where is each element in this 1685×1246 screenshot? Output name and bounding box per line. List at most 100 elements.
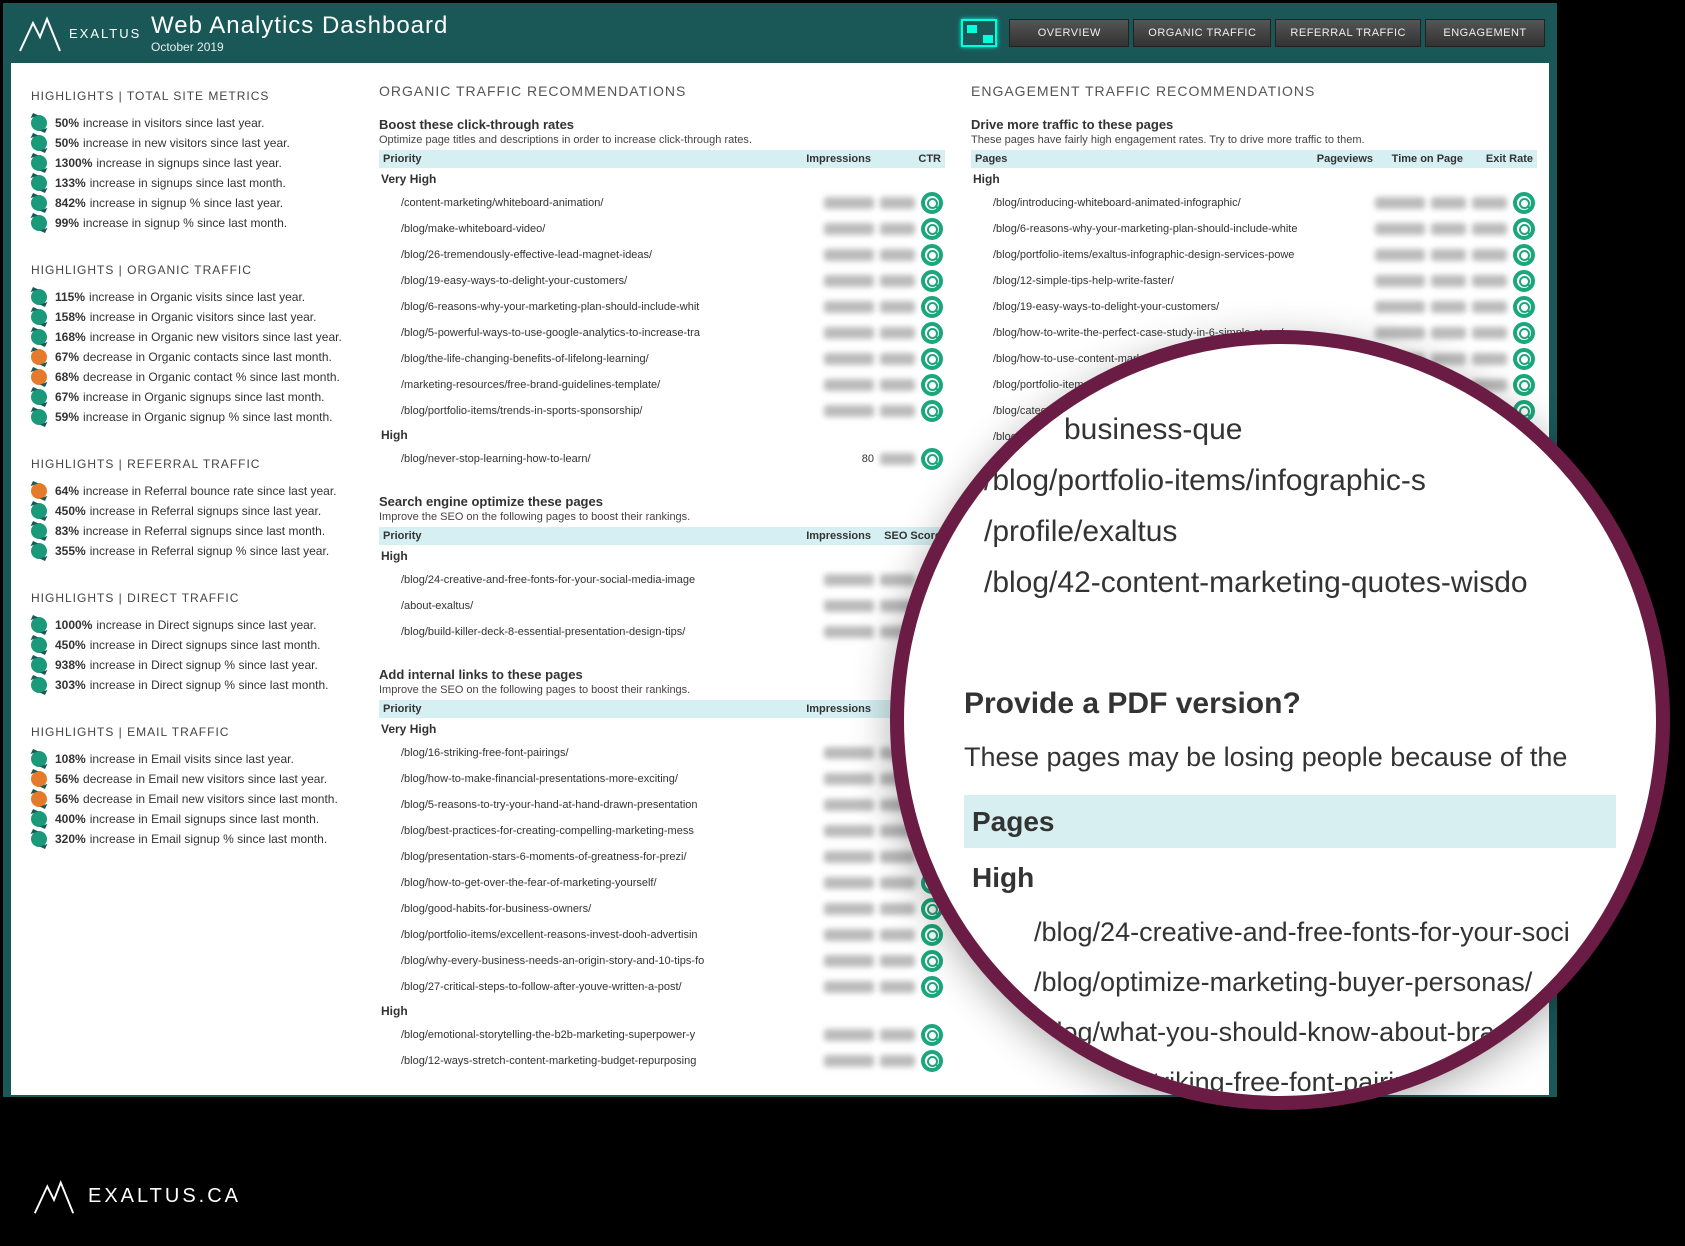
table-row[interactable]: /blog/introducing-whiteboard-animated-in…	[971, 190, 1537, 216]
table-row[interactable]: /blog/best-practices-for-creating-compel…	[379, 818, 945, 844]
magnify-icon[interactable]	[921, 448, 943, 470]
highlight-text: decrease in Organic contact % since last…	[83, 370, 340, 384]
table-row[interactable]: /blog/emotional-storytelling-the-b2b-mar…	[379, 1022, 945, 1048]
page-path: /blog/why-every-business-needs-an-origin…	[401, 955, 818, 967]
blurred-metric	[1472, 275, 1507, 287]
magnify-icon[interactable]	[1513, 244, 1535, 266]
table-row[interactable]: /blog/make-whiteboard-video/	[379, 216, 945, 242]
magnify-icon[interactable]	[921, 1024, 943, 1046]
highlight-line: 115%increase in Organic visits since las…	[31, 287, 353, 307]
highlight-text: increase in new visitors since last year…	[83, 136, 290, 150]
table-row[interactable]: /blog/19-easy-ways-to-delight-your-custo…	[379, 268, 945, 294]
table-row[interactable]: /blog/12-ways-stretch-content-marketing-…	[379, 1048, 945, 1074]
exaltus-logo-icon	[15, 13, 65, 53]
magnify-icon[interactable]	[921, 192, 943, 214]
nav-referral[interactable]: REFERRAL TRAFFIC	[1275, 19, 1421, 47]
table-col-head: SEO Score	[871, 530, 941, 542]
magnify-icon[interactable]	[921, 322, 943, 344]
table-row[interactable]: /blog/portfolio-items/trends-in-sports-s…	[379, 398, 945, 424]
table-row[interactable]: /blog/how-to-get-over-the-fear-of-market…	[379, 870, 945, 896]
table-row[interactable]: /blog/6-reasons-why-your-marketing-plan-…	[379, 294, 945, 320]
zoom-block-desc: These pages may be losing people because…	[964, 735, 1616, 781]
table-row[interactable]: /blog/good-habits-for-business-owners/	[379, 896, 945, 922]
table-row[interactable]: /blog/portfolio-items/excellent-reasons-…	[379, 922, 945, 948]
magnify-icon[interactable]	[921, 296, 943, 318]
magnify-icon[interactable]	[921, 976, 943, 998]
blurred-metric	[880, 197, 915, 209]
magnify-icon[interactable]	[1513, 348, 1535, 370]
dashboard-icon[interactable]	[961, 19, 997, 47]
magnify-icon[interactable]	[1513, 192, 1535, 214]
blurred-metric	[824, 327, 874, 339]
table-row[interactable]: /blog/presentation-stars-6-moments-of-gr…	[379, 844, 945, 870]
nav-organic[interactable]: ORGANIC TRAFFIC	[1133, 19, 1271, 47]
highlight-text: decrease in Organic contacts since last …	[83, 350, 332, 364]
highlight-line: 168%increase in Organic new visitors sin…	[31, 327, 353, 347]
blurred-metric	[880, 301, 915, 313]
blurred-metric	[824, 955, 874, 967]
table-col-head: Priority	[383, 530, 791, 542]
blurred-metric	[880, 275, 915, 287]
highlight-line: 842%increase in signup % since last year…	[31, 193, 353, 213]
page-path: /blog/the-life-changing-benefits-of-life…	[401, 353, 818, 365]
blurred-metric	[1375, 249, 1425, 261]
table-row[interactable]: /marketing-resources/free-brand-guidelin…	[379, 372, 945, 398]
blurred-metric	[880, 327, 915, 339]
magnify-icon[interactable]	[1513, 296, 1535, 318]
table-row[interactable]: /about-exaltus/	[379, 593, 945, 619]
magnify-icon[interactable]	[921, 374, 943, 396]
blurred-metric	[1375, 275, 1425, 287]
highlight-value: 168%	[55, 330, 86, 344]
table-row[interactable]: /blog/build-killer-deck-8-essential-pres…	[379, 619, 945, 645]
table-row[interactable]: /blog/5-reasons-to-try-your-hand-at-hand…	[379, 792, 945, 818]
nav-overview[interactable]: OVERVIEW	[1009, 19, 1129, 47]
magnify-icon[interactable]	[921, 348, 943, 370]
table-col-head: Priority	[383, 703, 791, 715]
magnify-icon[interactable]	[921, 924, 943, 946]
magnify-icon[interactable]	[921, 950, 943, 972]
table-row[interactable]: /blog/26-tremendously-effective-lead-mag…	[379, 242, 945, 268]
highlight-text: increase in Organic signups since last m…	[83, 390, 324, 404]
table-row[interactable]: /blog/portfolio-items/exaltus-infographi…	[971, 242, 1537, 268]
table-row[interactable]: /blog/24-creative-and-free-fonts-for-you…	[379, 567, 945, 593]
table-row[interactable]: /blog/6-reasons-why-your-marketing-plan-…	[971, 216, 1537, 242]
highlight-text: increase in signups since last month.	[90, 176, 286, 190]
magnify-icon[interactable]	[1513, 218, 1535, 240]
magnify-icon[interactable]	[921, 218, 943, 240]
page-path: /blog/never-stop-learning-how-to-learn/	[401, 453, 818, 465]
page-path: /blog/portfolio-items/excellent-reasons-…	[401, 929, 818, 941]
table-row[interactable]: /blog/12-simple-tips-help-write-faster/	[971, 268, 1537, 294]
table-row[interactable]: /blog/how-to-make-financial-presentation…	[379, 766, 945, 792]
magnify-icon[interactable]	[1513, 322, 1535, 344]
nav-engagement[interactable]: ENGAGEMENT	[1425, 19, 1545, 47]
magnify-icon[interactable]	[921, 270, 943, 292]
blurred-metric	[1431, 275, 1466, 287]
magnify-icon[interactable]	[921, 400, 943, 422]
magnify-icon[interactable]	[921, 1050, 943, 1072]
zoom-block-title: Provide a PDF version?	[964, 678, 1616, 729]
highlight-text: decrease in Email new visitors since las…	[83, 792, 338, 806]
table-row[interactable]: /content-marketing/whiteboard-animation/	[379, 190, 945, 216]
magnify-icon[interactable]	[1513, 374, 1535, 396]
blurred-metric	[880, 574, 915, 586]
priority-group: Very High	[379, 718, 945, 740]
table-row[interactable]: /blog/16-striking-free-font-pairings/	[379, 740, 945, 766]
magnify-icon[interactable]	[1513, 270, 1535, 292]
magnify-icon[interactable]	[921, 244, 943, 266]
highlight-value: 320%	[55, 832, 86, 846]
highlight-text: increase in Referral signup % since last…	[90, 544, 329, 558]
highlights-column: HIGHLIGHTS | TOTAL SITE METRICS50%increa…	[23, 83, 353, 1075]
page-path: /blog/best-practices-for-creating-compel…	[401, 825, 818, 837]
highlight-value: 938%	[55, 658, 86, 672]
blurred-metric	[880, 223, 915, 235]
table-col-head: Time on Page	[1373, 153, 1463, 165]
blurred-metric	[880, 1029, 915, 1041]
table-row[interactable]: /blog/the-life-changing-benefits-of-life…	[379, 346, 945, 372]
blurred-metric	[1375, 223, 1425, 235]
table-row[interactable]: /blog/never-stop-learning-how-to-learn/8…	[379, 446, 945, 472]
zoom-row: /blog/optimize-marketing-buyer-personas/	[964, 958, 1616, 1008]
table-row[interactable]: /blog/27-critical-steps-to-follow-after-…	[379, 974, 945, 1000]
table-row[interactable]: /blog/5-powerful-ways-to-use-google-anal…	[379, 320, 945, 346]
table-row[interactable]: /blog/19-easy-ways-to-delight-your-custo…	[971, 294, 1537, 320]
table-row[interactable]: /blog/why-every-business-needs-an-origin…	[379, 948, 945, 974]
